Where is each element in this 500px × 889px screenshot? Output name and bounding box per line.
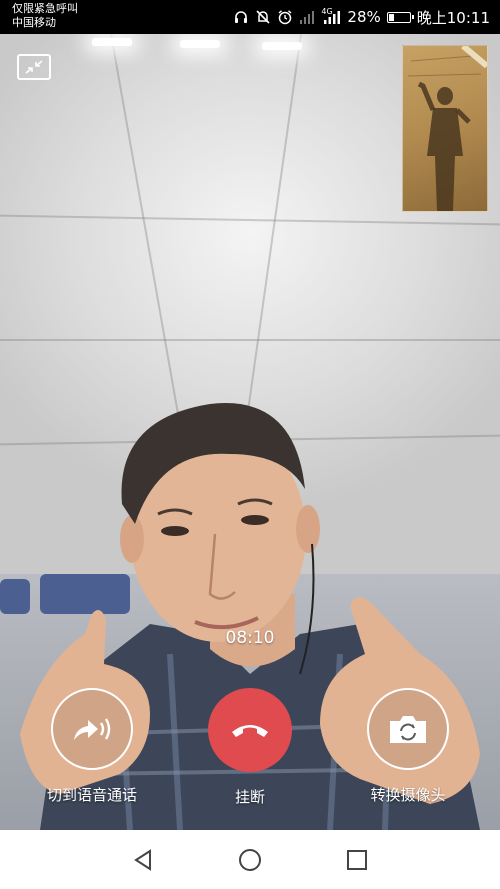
- minimize-button[interactable]: [17, 54, 51, 80]
- switch-camera-label: 转换摄像头: [370, 786, 446, 804]
- hangup-control[interactable]: 挂断: [185, 688, 315, 807]
- home-icon: [238, 848, 261, 871]
- status-icons: 4G 28% 晚上10:11: [233, 6, 490, 28]
- carrier-info: 仅限紧急呼叫 中国移动: [12, 2, 78, 30]
- clock: 晚上10:11: [416, 8, 490, 27]
- self-preview-shadow: [407, 46, 487, 211]
- switch-to-voice-control[interactable]: 切到语音通话: [27, 688, 157, 805]
- carrier-name: 中国移动: [12, 16, 56, 29]
- camera-switch-icon: [390, 716, 426, 743]
- back-button[interactable]: [123, 840, 163, 880]
- alarm-icon: [277, 9, 293, 25]
- hangup-button[interactable]: [208, 688, 292, 772]
- recents-button[interactable]: [337, 840, 377, 880]
- phone-hangup-icon: [232, 725, 268, 737]
- headset-icon: [233, 9, 249, 25]
- call-duration: 08:10: [225, 628, 275, 648]
- recents-icon: [346, 849, 367, 870]
- emergency-calls-text: 仅限紧急呼叫: [12, 2, 78, 15]
- battery-percent: 28%: [347, 8, 381, 26]
- voice-switch-icon: [74, 718, 111, 740]
- minimize-icon: [25, 60, 43, 74]
- switch-to-voice-button[interactable]: [51, 688, 133, 770]
- switch-camera-control[interactable]: 转换摄像头: [343, 688, 473, 805]
- self-preview[interactable]: [402, 45, 488, 212]
- navigation-bar: [0, 830, 500, 889]
- switch-camera-button[interactable]: [367, 688, 449, 770]
- mute-icon: [255, 9, 271, 25]
- back-icon: [134, 848, 152, 871]
- signal-4g-icon: 4G: [321, 7, 341, 25]
- home-button[interactable]: [230, 840, 270, 880]
- switch-to-voice-label: 切到语音通话: [46, 786, 137, 804]
- battery-icon: [386, 11, 414, 23]
- network-type: 4G: [321, 7, 333, 16]
- signal-icon: [299, 9, 315, 25]
- status-bar: 仅限紧急呼叫 中国移动 4G 28% 晚上10:11: [0, 0, 500, 34]
- hangup-label: 挂断: [234, 788, 265, 806]
